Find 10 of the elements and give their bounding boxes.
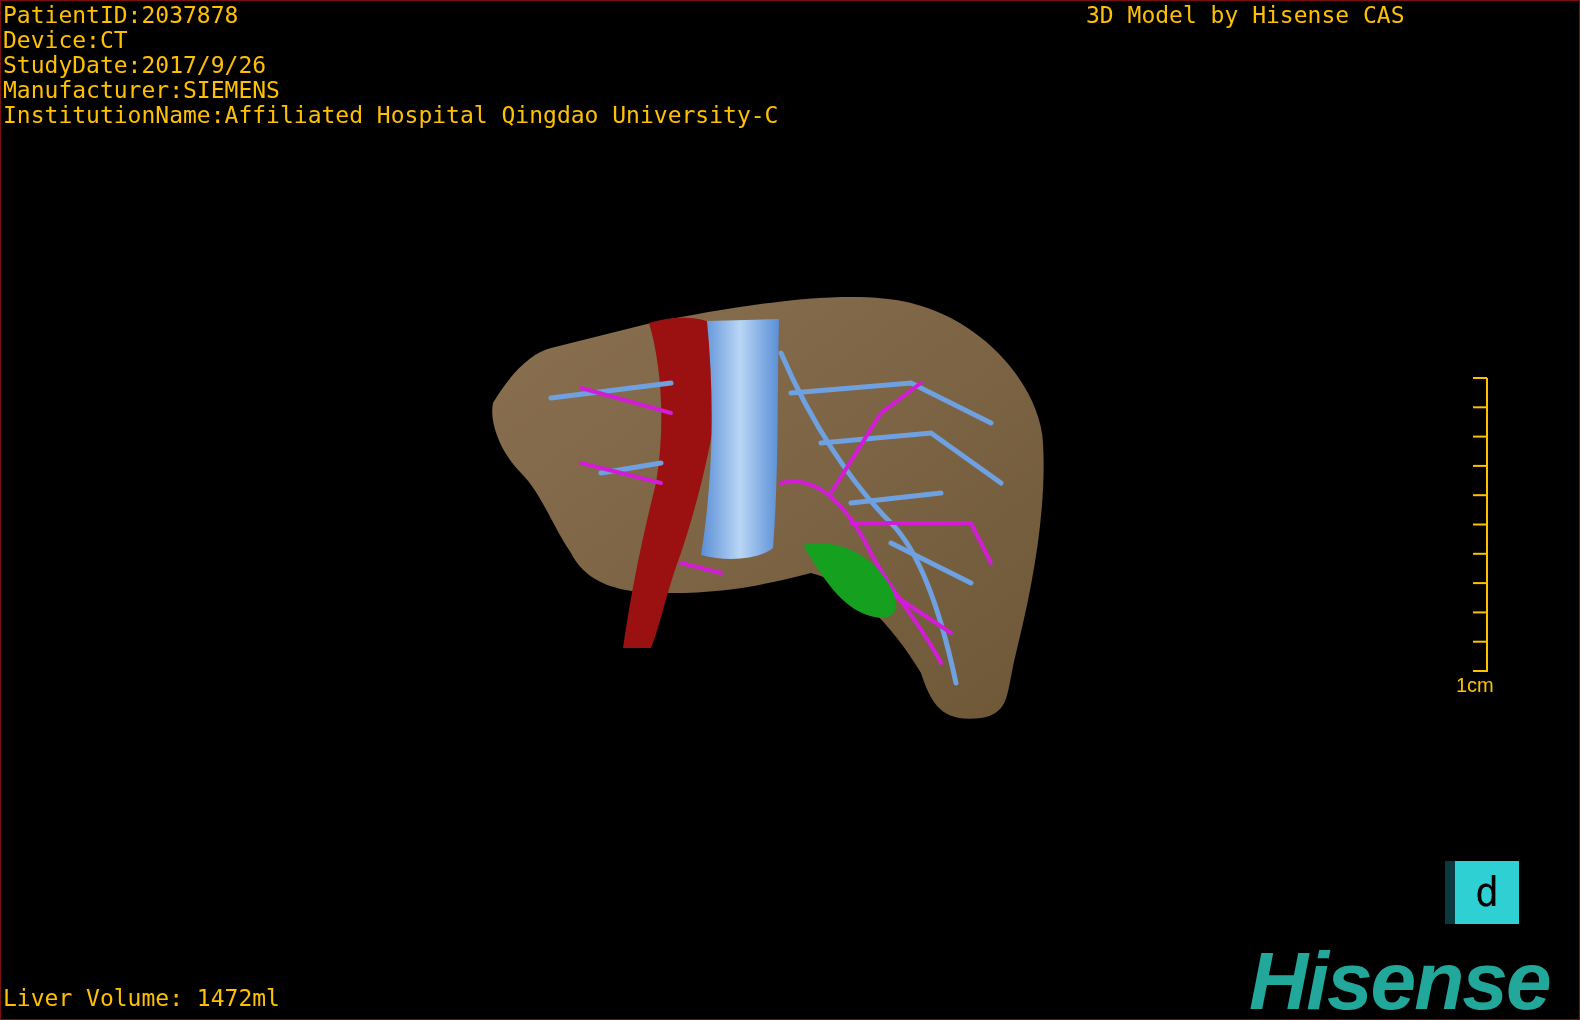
info-text: InstitutionName:Affiliated Hospital Qingdao University-C (3, 103, 779, 128)
liver-volume-text: Liver Volume: 1472ml (3, 986, 280, 1011)
info-text: Device:CT (3, 28, 129, 53)
scale-label: 1cm (1456, 673, 1494, 697)
scale-bar-icon (1471, 377, 1488, 673)
brand-logo: Hisense (1249, 941, 1550, 1019)
credit-text: 3D Model by Hisense CAS (1086, 3, 1405, 28)
info-text: StudyDate:2017/9/26 (3, 53, 268, 78)
info-text: Manufacturer:SIEMENS (3, 78, 281, 103)
info-text: PatientID:2037878 (3, 3, 240, 28)
